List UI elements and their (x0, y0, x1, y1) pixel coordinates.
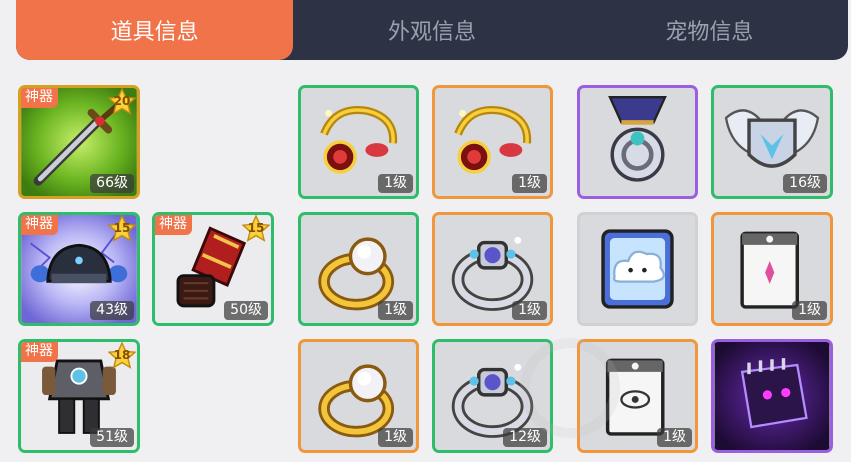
dark-book-icon (714, 342, 830, 450)
level-label: 16级 (783, 174, 827, 193)
level-label: 1级 (512, 174, 547, 193)
item-slot-cloud-card[interactable] (577, 212, 698, 326)
level-label: 1级 (378, 428, 413, 447)
item-slot-sword[interactable]: 神器 20 66级 (18, 85, 140, 199)
item-slot-eye-card[interactable]: 1级 (577, 339, 698, 453)
level-label: 1级 (657, 428, 692, 447)
star-count: 15 (113, 221, 131, 235)
star-count: 20 (113, 94, 131, 108)
level-label: 1级 (792, 301, 827, 320)
item-slot-gem-ring-2[interactable]: 12级 (432, 339, 553, 453)
cloud-card-icon (580, 215, 695, 323)
item-slot-ring-1[interactable]: 1级 (298, 212, 419, 326)
level-label: 51级 (90, 428, 134, 447)
level-label: 1级 (512, 301, 547, 320)
item-slot-wing-emblem[interactable]: 16级 (711, 85, 833, 199)
artifact-tag: 神器 (21, 342, 58, 362)
level-label: 1级 (378, 301, 413, 320)
equipment-grid: 神器 20 66级 神器 15 43级 神器 15 50级 神器 18 51级 … (0, 0, 851, 462)
item-slot-star-card[interactable]: 1级 (711, 212, 833, 326)
artifact-tag: 神器 (155, 215, 192, 235)
item-slot-gem-ring-1[interactable]: 1级 (432, 212, 553, 326)
artifact-tag: 神器 (21, 215, 58, 235)
level-label: 50级 (224, 301, 268, 320)
star-count: 18 (113, 348, 131, 362)
star-count: 15 (247, 221, 265, 235)
star-icon: 15 (242, 215, 270, 243)
star-icon: 18 (108, 342, 136, 370)
level-label: 1级 (378, 174, 413, 193)
level-label: 12级 (503, 428, 547, 447)
level-label: 43级 (90, 301, 134, 320)
level-label: 66级 (90, 174, 134, 193)
item-slot-pendant-1[interactable]: 1级 (298, 85, 419, 199)
item-slot-armor[interactable]: 神器 18 51级 (18, 339, 140, 453)
artifact-tag: 神器 (21, 88, 58, 108)
star-icon: 15 (108, 215, 136, 243)
star-icon: 20 (108, 88, 136, 116)
item-slot-helmet[interactable]: 神器 15 43级 (18, 212, 140, 326)
item-slot-medal[interactable] (577, 85, 698, 199)
medal-icon (580, 88, 695, 196)
item-slot-pendant-2[interactable]: 1级 (432, 85, 553, 199)
item-slot-gauntlet[interactable]: 神器 15 50级 (152, 212, 274, 326)
item-slot-dark-book[interactable] (711, 339, 833, 453)
item-slot-ring-2[interactable]: 1级 (298, 339, 419, 453)
